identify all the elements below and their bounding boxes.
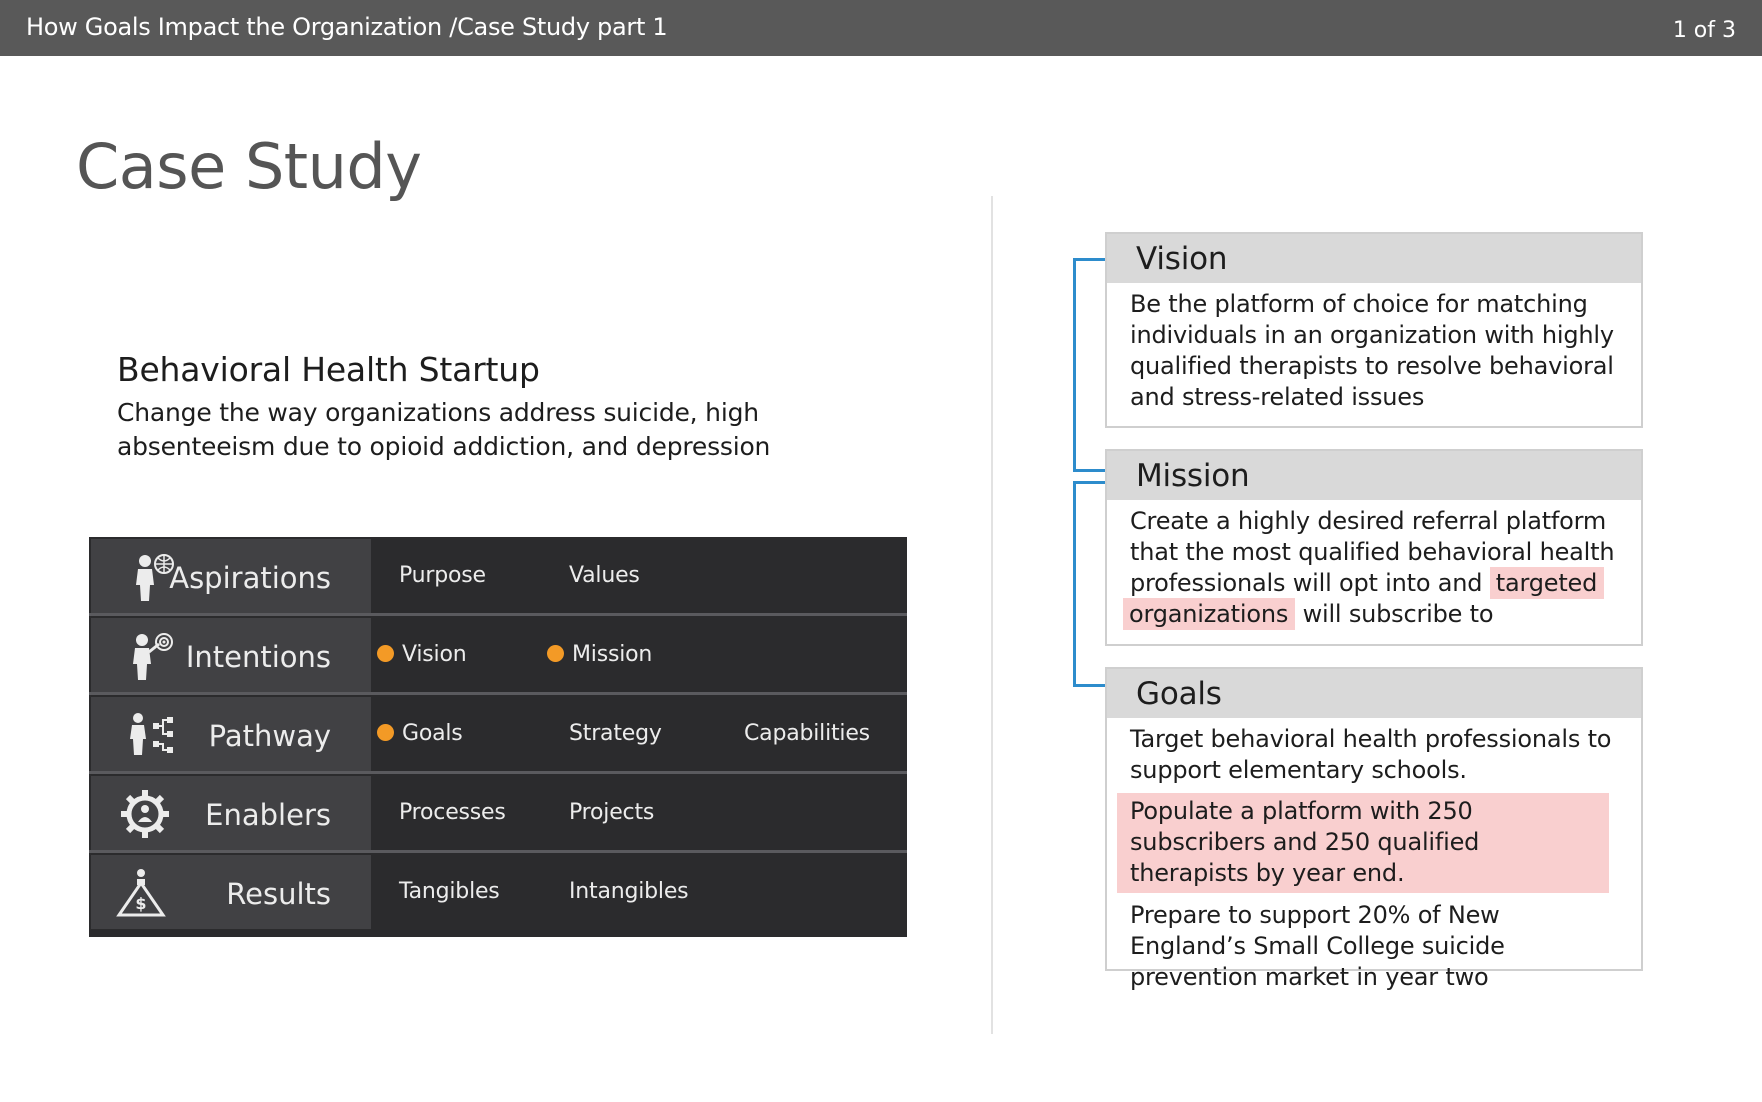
mission-card-body: Create a highly desired referral platfor…: [1107, 500, 1641, 640]
framework-item-projects: Projects: [569, 800, 655, 825]
goal-item: Prepare to support 20% of New England’s …: [1130, 901, 1505, 991]
bullet-dot-icon: [377, 724, 394, 741]
framework-item-intangibles: Intangibles: [569, 879, 689, 904]
mission-card: Mission Create a highly desired referral…: [1105, 449, 1643, 646]
goal-item: Target behavioral health professionals t…: [1130, 725, 1612, 784]
vertical-divider: [991, 196, 993, 1034]
header-bar: How Goals Impact the Organization /Case …: [0, 0, 1762, 56]
bullet-dot-icon: [547, 645, 564, 662]
framework-item-goals: Goals: [377, 721, 463, 746]
framework-row-label: Pathway: [208, 719, 331, 753]
goal-item-highlighted: Populate a platform with 250 subscribers…: [1117, 793, 1609, 893]
framework-label-cell: Enablers: [91, 776, 371, 850]
gear-people-icon: [119, 788, 171, 840]
highlight-organizations: organizations: [1123, 598, 1296, 630]
framework-row-aspirations: Aspirations Purpose Values: [89, 537, 907, 613]
framework-item-values: Values: [569, 563, 640, 588]
framework-item-strategy: Strategy: [569, 721, 662, 746]
startup-description: Change the way organizations address sui…: [117, 398, 771, 461]
page-counter: 1 of 3: [1672, 18, 1736, 43]
framework-row-label: Results: [226, 877, 331, 911]
mission-card-title: Mission: [1107, 451, 1641, 500]
mission-goals-connector: [1073, 481, 1108, 687]
vision-card-title: Vision: [1107, 234, 1641, 283]
framework-label-cell: $ Results: [91, 855, 371, 929]
framework-item-processes: Processes: [399, 800, 506, 825]
highlight-targeted: targeted: [1489, 567, 1605, 599]
framework-item-purpose: Purpose: [399, 563, 486, 588]
framework-item-mission: Mission: [547, 642, 652, 667]
framework-item-tangibles: Tangibles: [399, 879, 500, 904]
page-title: Case Study: [76, 130, 422, 203]
framework-label-cell: Aspirations: [91, 539, 371, 613]
bullet-dot-icon: [377, 645, 394, 662]
goals-card: Goals Target behavioral health professio…: [1105, 667, 1643, 991]
framework-label-cell: Pathway: [91, 697, 371, 771]
framework-table: Aspirations Purpose Values Intentions Vi…: [89, 537, 907, 937]
person-target-icon: [127, 630, 179, 682]
vision-card-body: Be the platform of choice for matching i…: [1130, 290, 1614, 411]
svg-text:$: $: [135, 894, 146, 913]
framework-row-results: $ Results Tangibles Intangibles: [89, 853, 907, 929]
vision-mission-connector: [1073, 258, 1108, 472]
breadcrumb: How Goals Impact the Organization /Case …: [26, 13, 668, 41]
goals-card-body: Target behavioral health professionals t…: [1107, 718, 1641, 1003]
framework-row-intentions: Intentions Vision Mission: [89, 616, 907, 692]
money-pyramid-icon: $: [115, 867, 167, 919]
goals-card-title: Goals: [1107, 669, 1641, 718]
framework-row-label: Enablers: [205, 798, 331, 832]
framework-row-label: Intentions: [185, 640, 331, 674]
framework-label-cell: Intentions: [91, 618, 371, 692]
person-flowchart-icon: [127, 709, 179, 761]
vision-card: Vision Be the platform of choice for mat…: [1105, 232, 1643, 428]
startup-title: Behavioral Health Startup: [117, 350, 540, 389]
framework-row-enablers: Enablers Processes Projects: [89, 774, 907, 850]
framework-item-capabilities: Capabilities: [744, 721, 870, 746]
framework-row-label: Aspirations: [169, 561, 331, 595]
framework-row-pathway: Pathway Goals Strategy Capabilities: [89, 695, 907, 771]
framework-item-vision: Vision: [377, 642, 467, 667]
